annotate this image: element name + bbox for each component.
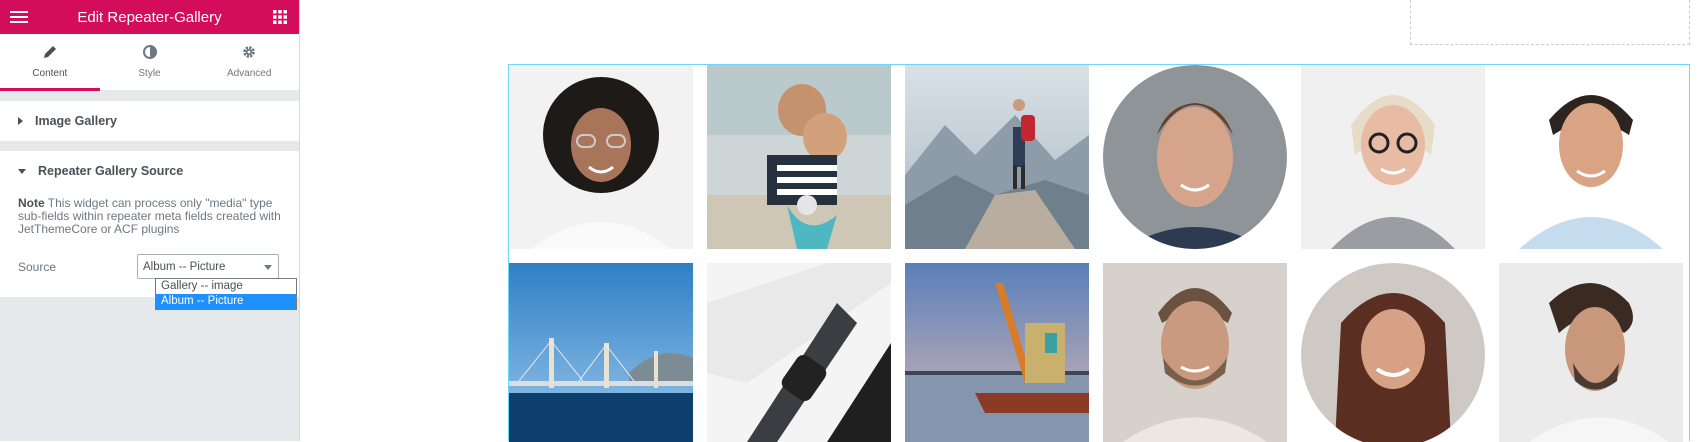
gallery-item[interactable] [1103,65,1287,249]
gallery-item[interactable] [1499,65,1683,249]
gallery-item[interactable] [509,65,693,249]
repeater-gallery [508,64,1690,442]
section-repeater-source: Repeater Gallery Source Note This widget… [0,151,299,310]
editor-panel: Edit Repeater-Gallery Content Style Adva… [0,0,300,441]
gallery-item[interactable] [1499,263,1683,442]
panel-tabs: Content Style Advanced [0,34,299,91]
section-image-gallery[interactable]: Image Gallery [0,101,299,141]
tab-content[interactable]: Content [0,34,100,91]
cable-bridge-image [509,263,693,442]
section-header[interactable]: Repeater Gallery Source [0,151,299,191]
gallery-item[interactable] [1301,263,1485,442]
section-title: Image Gallery [35,114,117,128]
section-header[interactable]: Image Gallery [0,101,299,141]
gallery-item[interactable] [509,263,693,442]
gallery-item[interactable] [1103,263,1287,442]
tab-advanced[interactable]: Advanced [199,34,299,90]
man-portrait-image [1103,65,1287,249]
panel-title: Edit Repeater-Gallery [77,8,222,26]
tab-style[interactable]: Style [100,34,200,90]
hiker-on-mountain-image [905,65,1089,249]
gallery-item[interactable] [1301,65,1485,249]
harbor-crane-image [905,263,1089,442]
woman-curly-hair-image [509,65,693,249]
source-dropdown: Gallery -- image Album -- Picture [155,278,297,310]
pencil-icon [43,45,57,62]
man-bearded-image [1103,263,1287,442]
half-circle-icon [142,45,157,62]
man-smiling-image [1499,65,1683,249]
man-profile-image [1499,263,1683,442]
source-selected-value: Album -- Picture [143,260,226,273]
gallery-item[interactable] [707,65,891,249]
empty-widget-placeholder[interactable] [1410,0,1690,45]
section-title: Repeater Gallery Source [38,164,184,178]
caret-right-icon [18,117,23,125]
grid-icon[interactable] [261,0,299,34]
source-control: Source Album -- Picture Gallery -- image… [18,254,297,310]
gallery-item[interactable] [905,263,1089,442]
gallery-item[interactable] [707,263,891,442]
caret-down-icon [18,168,26,174]
panel-header: Edit Repeater-Gallery [0,0,299,34]
smartwatch-laptop-image [707,263,891,442]
note-body: This widget can process only "media" typ… [18,196,281,236]
tab-label: Advanced [226,68,272,79]
chevron-down-icon [264,265,272,270]
note-bold: Note [18,196,45,210]
note-text: Note This widget can process only "media… [18,197,281,236]
dropdown-option-gallery-image[interactable]: Gallery -- image [156,279,296,294]
source-label: Source [18,259,57,274]
tab-label: Style [138,68,161,79]
gear-icon [242,45,256,62]
hamburger-icon[interactable] [0,0,38,34]
source-select[interactable]: Album -- Picture [137,254,279,279]
woman-glasses-image [1301,65,1485,249]
couple-on-scooter-image [707,65,891,249]
gallery-item[interactable] [905,65,1089,249]
tab-label: Content [32,68,68,79]
dropdown-option-album-picture[interactable]: Album -- Picture [156,294,296,309]
woman-long-hair-image [1301,263,1485,442]
section-body: Note This widget can process only "media… [0,191,299,310]
